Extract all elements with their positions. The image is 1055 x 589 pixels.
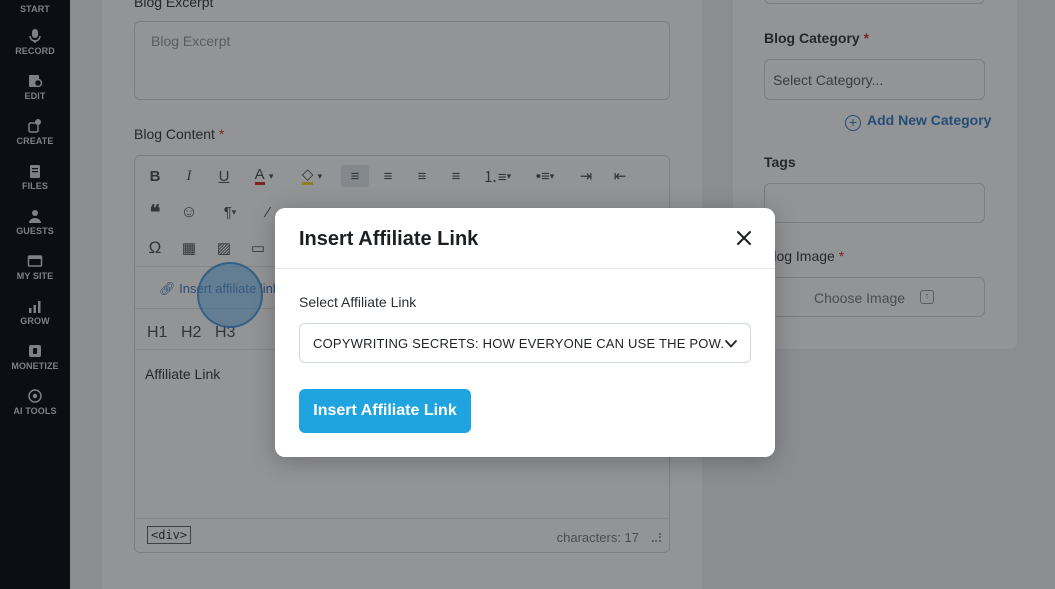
selected-affiliate-link: COPYWRITING SECRETS: HOW EVERYONE CAN US… xyxy=(313,336,723,351)
sidebar-item-record[interactable]: RECORD xyxy=(0,28,70,56)
sidebar-item-label: GROW xyxy=(20,316,50,326)
sidebar-item-grow[interactable]: GROW xyxy=(0,298,70,326)
sidebar: START RECORD EDIT CREATE FILES GUESTS MY… xyxy=(0,0,70,589)
sidebar-item-label: RECORD xyxy=(15,46,55,56)
sidebar-item-label: START xyxy=(20,4,50,14)
chevron-down-icon xyxy=(725,340,737,348)
ai-icon xyxy=(28,389,42,403)
select-affiliate-link-label: Select Affiliate Link xyxy=(299,294,417,310)
modal-title: Insert Affiliate Link xyxy=(299,228,479,250)
guests-icon xyxy=(29,210,41,223)
sidebar-item-label: CREATE xyxy=(16,136,54,146)
sidebar-item-ai-tools[interactable]: AI TOOLS xyxy=(0,388,70,416)
create-icon xyxy=(28,119,41,133)
sidebar-item-label: EDIT xyxy=(24,91,46,101)
sidebar-item-label: MY SITE xyxy=(16,271,54,281)
sidebar-item-start[interactable]: START xyxy=(0,0,70,14)
sidebar-item-label: MONETIZE xyxy=(11,361,59,371)
files-icon xyxy=(30,165,40,178)
close-icon[interactable] xyxy=(735,229,753,247)
insert-affiliate-link-button[interactable]: Insert Affiliate Link xyxy=(299,389,471,433)
sidebar-item-edit[interactable]: EDIT xyxy=(0,73,70,101)
sidebar-item-label: AI TOOLS xyxy=(13,406,57,416)
chart-icon xyxy=(29,301,41,313)
sidebar-item-monetize[interactable]: MONETIZE xyxy=(0,343,70,371)
affiliate-link-select[interactable]: COPYWRITING SECRETS: HOW EVERYONE CAN US… xyxy=(299,323,751,363)
edit-icon xyxy=(29,75,43,88)
sidebar-item-my-site[interactable]: MY SITE xyxy=(0,253,70,281)
microphone-icon xyxy=(29,29,41,43)
site-icon xyxy=(27,255,43,267)
sidebar-item-guests[interactable]: GUESTS xyxy=(0,208,70,236)
sidebar-item-label: GUESTS xyxy=(16,226,54,236)
sidebar-item-label: FILES xyxy=(21,181,48,191)
sidebar-item-create[interactable]: CREATE xyxy=(0,118,70,146)
modal-divider xyxy=(275,268,775,269)
monetize-icon xyxy=(29,345,41,357)
sidebar-item-files[interactable]: FILES xyxy=(0,163,70,191)
insert-affiliate-link-modal: Insert Affiliate Link Select Affiliate L… xyxy=(275,208,775,457)
